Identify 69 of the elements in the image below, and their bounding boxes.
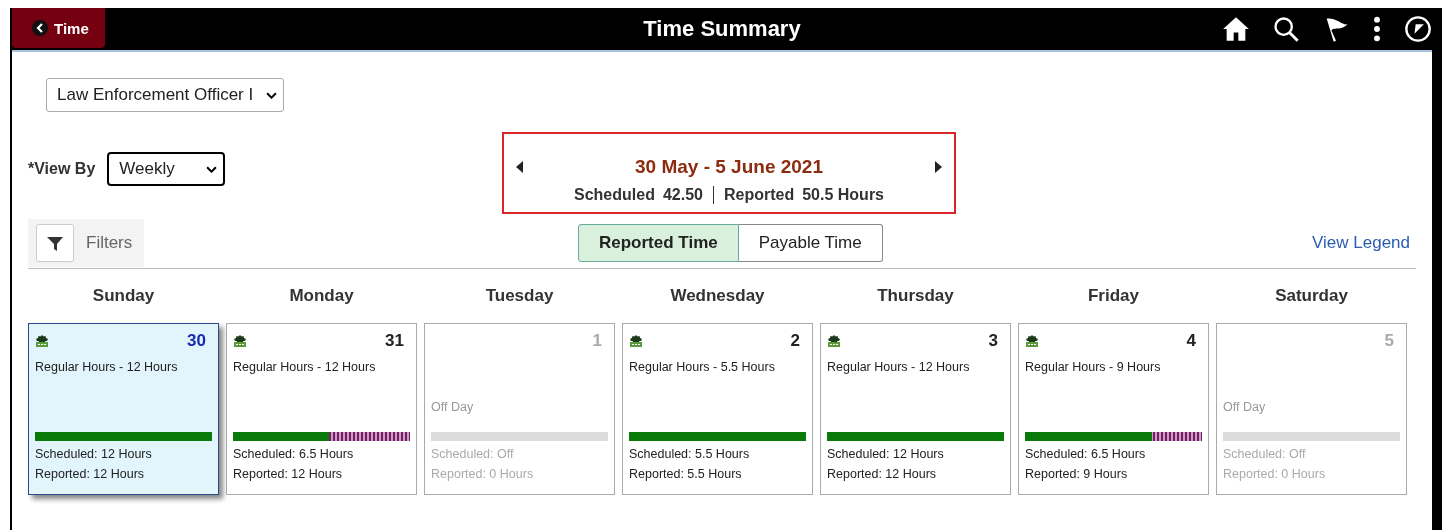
scheduled-hours: Scheduled: 5.5 Hours xyxy=(629,447,751,461)
reported-hours: Reported: 0 Hours xyxy=(1223,467,1327,481)
scheduled-value: 42.50 xyxy=(662,186,703,204)
day-number: 3 xyxy=(988,331,999,351)
day-number: 30 xyxy=(187,331,207,351)
compass-icon[interactable] xyxy=(1404,15,1432,43)
day-number: 2 xyxy=(790,331,801,351)
view-by-label: *View By xyxy=(28,160,96,178)
gear-icon xyxy=(827,334,841,348)
scheduled-hours: Scheduled: 6.5 Hours xyxy=(233,447,355,461)
day-card[interactable]: 30 Regular Hours - 12 Hours Scheduled: 12 Hours Reported: 12 Hours xyxy=(28,323,219,495)
reported-label: Reported xyxy=(723,186,795,204)
time-entry: Regular Hours - 12 Hours xyxy=(827,360,971,376)
view-tab[interactable]: Payable Time xyxy=(738,224,883,262)
day-number: 1 xyxy=(592,331,603,351)
day-number: 4 xyxy=(1186,331,1197,351)
filter-icon[interactable] xyxy=(36,224,74,262)
reported-hours: Reported: 0 Hours xyxy=(431,467,535,481)
back-button[interactable]: Time xyxy=(12,8,105,48)
time-entry: Regular Hours - 12 Hours xyxy=(233,360,377,376)
weekday-header: Tuesday xyxy=(484,286,555,306)
scheduled-hours: Scheduled: 6.5 Hours xyxy=(1025,447,1147,461)
weekday-header: Sunday xyxy=(91,286,156,306)
more-icon[interactable] xyxy=(1372,15,1382,43)
previous-icon[interactable] xyxy=(516,161,524,173)
weekday-header: Thursday xyxy=(876,286,955,306)
time-entry: Regular Hours - 12 Hours xyxy=(35,360,179,376)
off-day-label: Off Day xyxy=(1223,400,1267,416)
date-range: 30 May - 5 June 2021 xyxy=(635,156,823,178)
day-card[interactable]: 3 Regular Hours - 12 Hours Scheduled: 12 Hours Reported: 12 Hours xyxy=(820,323,1011,495)
time-entry: Regular Hours - 5.5 Hours xyxy=(629,360,776,376)
gear-icon xyxy=(1025,334,1039,348)
day-number: 31 xyxy=(385,331,405,351)
reported-hours: Reported: 9 Hours xyxy=(1025,467,1129,481)
scheduled-hours: Scheduled: Off xyxy=(1223,447,1307,461)
view-legend-link[interactable]: View Legend xyxy=(1312,233,1410,253)
search-icon[interactable] xyxy=(1272,15,1300,43)
reported-hours: Reported: 5.5 Hours xyxy=(629,467,743,481)
time-entry: Regular Hours - 9 Hours xyxy=(1025,360,1162,376)
view-tab[interactable]: Reported Time xyxy=(578,224,739,262)
weekday-header: Wednesday xyxy=(669,286,766,306)
scheduled-label: Scheduled xyxy=(574,186,655,204)
day-number: 5 xyxy=(1384,331,1395,351)
filters-label: Filters xyxy=(86,233,133,253)
gear-icon xyxy=(35,334,49,348)
day-card[interactable]: 2 Regular Hours - 5.5 Hours Scheduled: 5.5 Hours Reported: 5.5 Hours xyxy=(622,323,813,495)
page-title: Time Summary xyxy=(643,16,801,42)
scheduled-hours: Scheduled: 12 Hours xyxy=(827,447,945,461)
scheduled-hours: Scheduled: 12 Hours xyxy=(35,447,153,461)
reported-hours: Reported: 12 Hours xyxy=(35,467,146,481)
day-card[interactable]: 31 Regular Hours - 12 Hours Scheduled: 6.5 Hours Reported: 12 Hours xyxy=(226,323,417,495)
off-day-label: Off Day xyxy=(431,400,475,416)
chevron-icon xyxy=(206,165,218,173)
gear-icon xyxy=(233,334,247,348)
weekday-header: Friday xyxy=(1087,286,1140,306)
weekday-header: Monday xyxy=(288,286,355,306)
reported-hours: Reported: 12 Hours xyxy=(233,467,344,481)
reported-hours: Reported: 12 Hours xyxy=(827,467,938,481)
reported-value: 50.5 Hours xyxy=(802,186,884,204)
job-select[interactable]: Law Enforcement Officer I xyxy=(46,78,284,112)
next-icon[interactable] xyxy=(934,161,942,173)
view-by-select[interactable]: Weekly xyxy=(107,152,226,186)
weekday-header: Saturday xyxy=(1274,286,1349,306)
day-card[interactable]: 4 Regular Hours - 9 Hours Scheduled: 6.5 Hours Reported: 9 Hours xyxy=(1018,323,1209,495)
home-icon[interactable] xyxy=(1222,15,1250,43)
gear-icon xyxy=(629,334,643,348)
chevron-icon xyxy=(266,91,277,99)
scheduled-hours: Scheduled: Off xyxy=(431,447,515,461)
back-icon xyxy=(32,20,48,36)
